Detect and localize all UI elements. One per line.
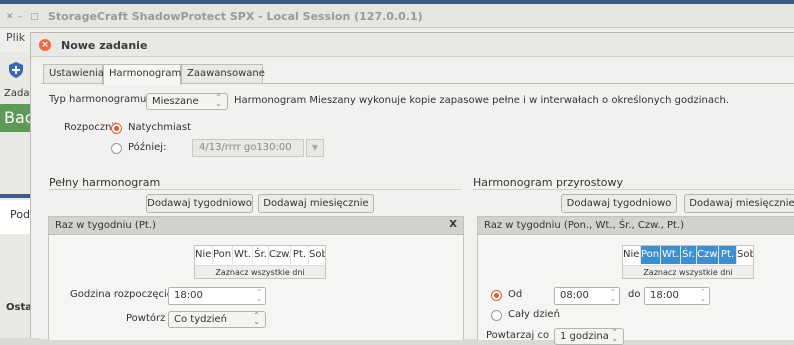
full-day-mon[interactable]: Pon. [213, 246, 233, 264]
dialog-title: Nowe zadanie [61, 39, 148, 52]
time-spinner-icon[interactable]: ⌃ ⌄ [700, 289, 706, 303]
incr-do-label: do [628, 289, 641, 300]
later-datetime-dropdown-icon[interactable]: ▼ [306, 139, 324, 157]
incremental-schedule-title: Harmonogram przyrostowy [473, 176, 624, 189]
incr-add-weekly-button[interactable]: Dodawaj tygodniowo [561, 194, 677, 213]
full-start-time-label: Godzina rozpoczęcie [70, 289, 173, 300]
incr-select-all-days[interactable]: Zaznacz wszystkie dni [623, 265, 753, 278]
incr-repeat-select[interactable]: 1 godzina ⌃ ⌄ [554, 328, 624, 345]
incr-day-thu[interactable]: Czw. [697, 246, 719, 264]
incr-panel-title: Raz w tygodniu (Pon., Wt., Śr., Czw., Pt… [484, 220, 684, 231]
schedule-type-value: Mieszane [152, 96, 199, 107]
incr-all-day-radio[interactable] [491, 310, 502, 321]
schedule-type-select[interactable]: Mieszane ⌃ ⌄ [146, 93, 228, 110]
incr-od-time-value: 08:00 [560, 290, 589, 301]
incr-repeat-label: Powtarzaj co [486, 330, 550, 341]
incr-do-time-value: 18:00 [650, 290, 679, 301]
full-repeat-label: Powtórz [126, 313, 166, 324]
tab-harmonogram[interactable]: Harmonogram [103, 64, 181, 85]
new-job-dialog: × Nowe zadanie Ustawienia Harmonogram Za… [30, 32, 794, 345]
shield-icon[interactable] [9, 62, 23, 78]
full-panel-remove-button[interactable]: X [449, 219, 457, 230]
incr-all-day-label: Cały dzień [508, 309, 560, 320]
full-select-all-days[interactable]: Zaznacz wszystkie dni [195, 265, 325, 278]
incr-day-sat[interactable]: Sob [737, 246, 753, 264]
later-datetime-field[interactable]: 4/13/rrrr go130:00 [192, 139, 304, 157]
schedule-type-description: Harmonogram Mieszany wykonuje kopie zapa… [234, 95, 729, 106]
full-schedule-title: Pełny harmonogram [49, 176, 161, 189]
full-day-sat[interactable]: Sob [309, 246, 325, 264]
dialog-close-icon[interactable]: × [39, 39, 51, 51]
dialog-titlebar: × Nowe zadanie [31, 33, 794, 57]
full-add-weekly-button[interactable]: Dodawaj tygodniowo [146, 194, 253, 213]
full-day-thu[interactable]: Czw. [269, 246, 291, 264]
incr-day-picker: Nied. Pon. Wt. Śr. Czw. Pt. Sob Zaznacz … [622, 245, 754, 279]
incr-od-radio[interactable] [491, 290, 502, 301]
incr-day-wed[interactable]: Śr. [681, 246, 697, 264]
time-spinner-icon[interactable]: ⌃ ⌄ [610, 289, 616, 303]
start-later-radio[interactable] [111, 143, 122, 154]
incr-weekly-panel: Raz w tygodniu (Pon., Wt., Śr., Czw., Pt… [477, 216, 794, 345]
incr-repeat-value: 1 godzina [560, 331, 609, 342]
incr-panel-header: Raz w tygodniu (Pon., Wt., Śr., Czw., Pt… [478, 217, 794, 235]
full-weekly-panel: Raz w tygodniu (Pt.) X Nied. Pon. Wt. Śr… [48, 216, 464, 340]
close-window-icon[interactable]: ✕ [6, 12, 14, 22]
start-label: Rozpocznij [64, 122, 117, 133]
full-start-time-input[interactable]: 18:00 ⌃ ⌄ [168, 287, 266, 305]
incr-add-monthly-button[interactable]: Dodawaj miesięcznie [684, 194, 794, 213]
incr-od-label: Od [508, 289, 523, 300]
incr-do-time-input[interactable]: 18:00 ⌃ ⌄ [644, 287, 710, 305]
incr-day-sun[interactable]: Nied. [623, 246, 641, 264]
start-now-radio[interactable] [111, 123, 122, 134]
start-now-label: Natychmiast [128, 122, 192, 133]
main-window-titlebar: ✕ – □ StorageCraft ShadowProtect SPX - L… [0, 4, 794, 28]
minimize-window-icon[interactable]: – [18, 12, 23, 22]
menu-plik[interactable]: Plik [6, 31, 25, 44]
incr-day-tue[interactable]: Wt. [661, 246, 681, 264]
incr-day-mon[interactable]: Pon. [641, 246, 661, 264]
select-arrows-icon: ⌃ ⌄ [611, 328, 618, 343]
full-day-sun[interactable]: Nied. [195, 246, 213, 264]
full-day-fri[interactable]: Pt. [291, 246, 309, 264]
full-panel-header: Raz w tygodniu (Pt.) X [49, 217, 463, 235]
select-arrows-icon: ⌃ ⌄ [253, 311, 260, 326]
schedule-tab-pane: Typ harmonogramu Mieszane ⌃ ⌄ Harmonogram… [41, 83, 794, 345]
tab-zaawansowane[interactable]: Zaawansowane [181, 64, 265, 84]
main-window-title: StorageCraft ShadowProtect SPX - Local S… [48, 10, 423, 23]
incr-day-fri[interactable]: Pt. [719, 246, 737, 264]
incr-od-time-input[interactable]: 08:00 ⌃ ⌄ [554, 287, 620, 305]
full-repeat-select[interactable]: Co tydzień ⌃ ⌄ [168, 311, 266, 328]
full-day-tue[interactable]: Wt. [233, 246, 253, 264]
maximize-window-icon[interactable]: □ [30, 12, 39, 22]
start-later-label: Później: [128, 142, 167, 153]
schedule-type-label: Typ harmonogramu [49, 94, 147, 105]
tab-ustawienia[interactable]: Ustawienia [43, 64, 104, 84]
full-schedule-divider [49, 189, 461, 190]
full-day-wed[interactable]: Śr. [253, 246, 269, 264]
full-start-time-value: 18:00 [174, 290, 203, 301]
full-panel-title: Raz w tygodniu (Pt.) [55, 220, 156, 231]
incremental-schedule-divider [473, 189, 794, 190]
left-label-pod: Pod [10, 208, 30, 221]
full-repeat-value: Co tydzień [174, 314, 227, 325]
select-arrows-icon: ⌃ ⌄ [215, 93, 222, 108]
full-add-monthly-button[interactable]: Dodawaj miesięcznie [258, 194, 374, 213]
full-day-picker: Nied. Pon. Wt. Śr. Czw. Pt. Sob Zaznacz … [194, 245, 326, 279]
time-spinner-icon[interactable]: ⌃ ⌄ [256, 289, 262, 303]
later-datetime-value: 4/13/rrrr go130:00 [199, 142, 292, 153]
